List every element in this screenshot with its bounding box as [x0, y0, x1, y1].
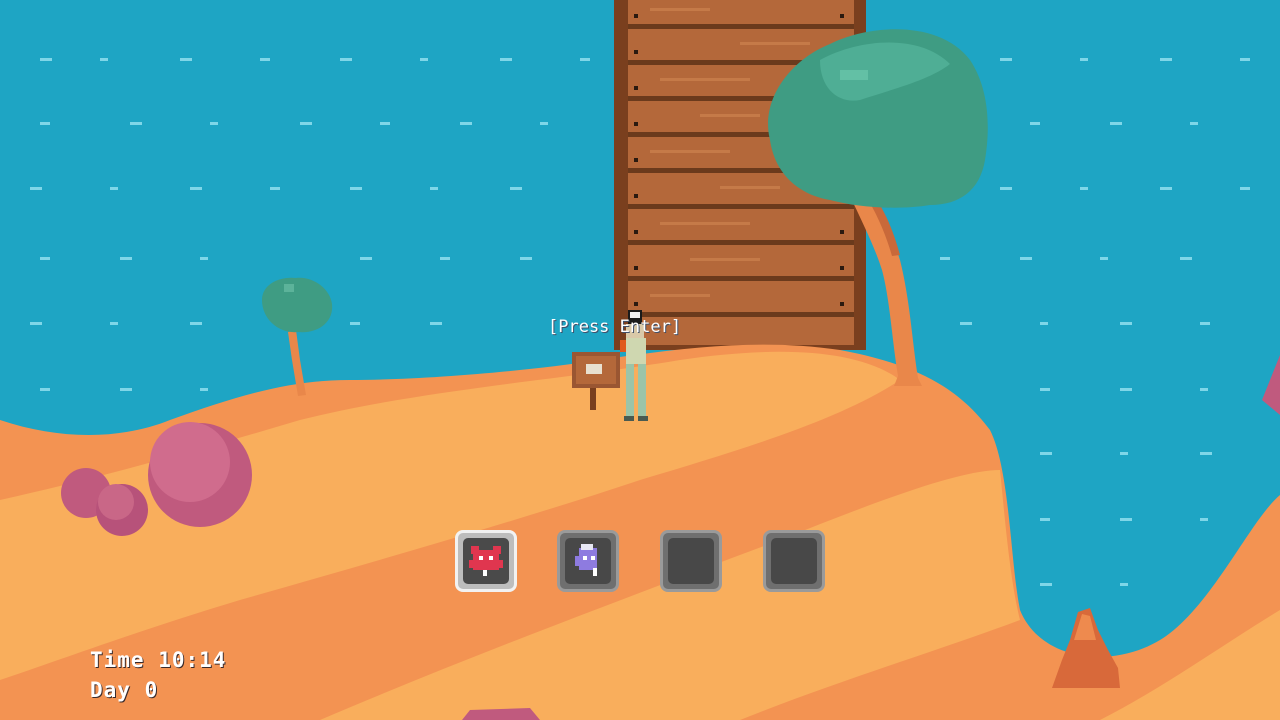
game-world: [0, 0, 1280, 720]
day-display: Day 0: [90, 678, 159, 702]
interaction-prompt: [Press Enter]: [548, 317, 682, 337]
inventory-slot-1[interactable]: [455, 530, 517, 592]
red-creature-icon: [469, 546, 503, 576]
purple-creature-icon: [575, 544, 597, 576]
inventory-slot-2[interactable]: [557, 530, 619, 592]
inventory-slot-3[interactable]: [660, 530, 722, 592]
slot-background: [771, 538, 817, 584]
time-display: Time 10:14: [90, 648, 227, 672]
slot-background: [668, 538, 714, 584]
inventory-slot-4[interactable]: [763, 530, 825, 592]
